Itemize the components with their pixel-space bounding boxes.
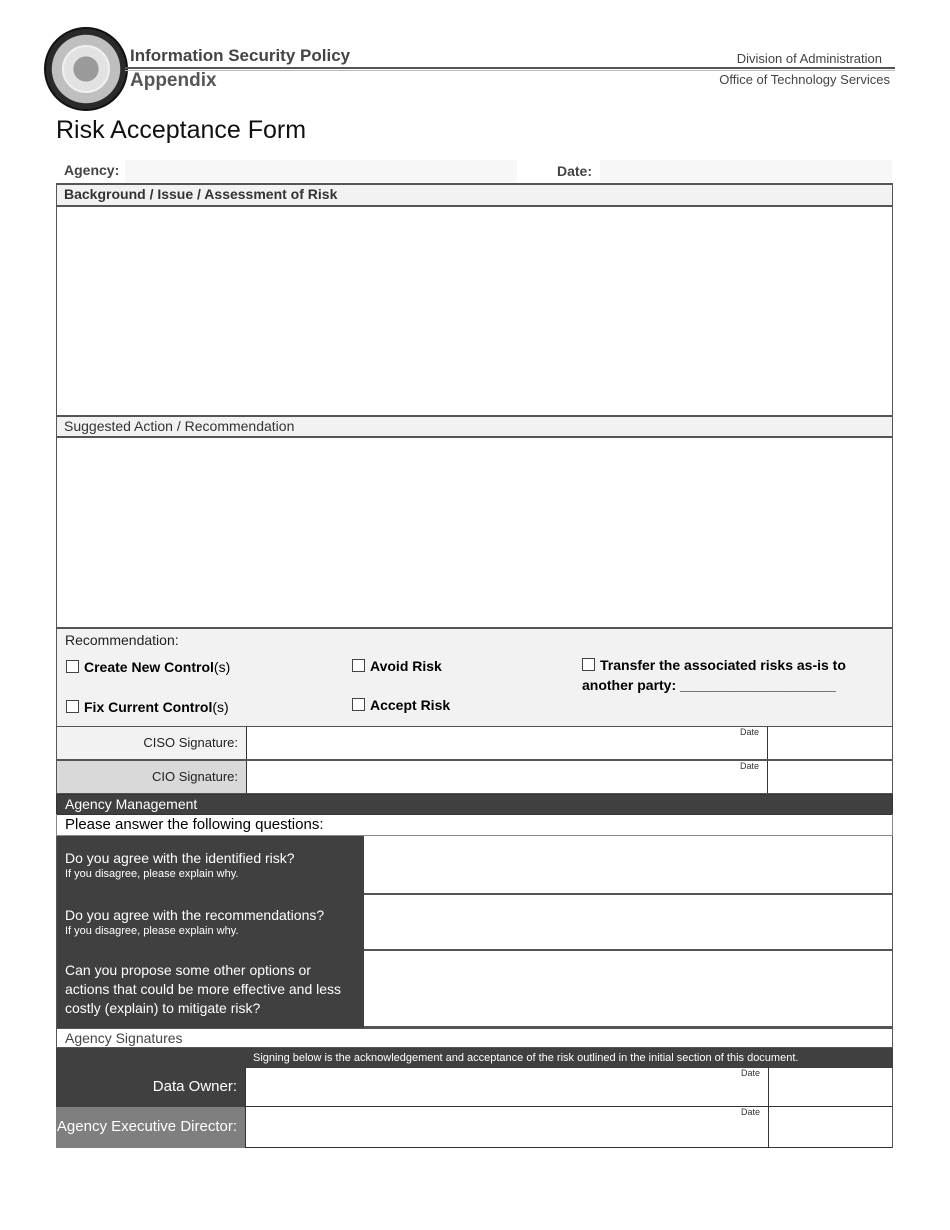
question-cell: Do you agree with the identified risk? If… — [57, 836, 364, 895]
background-section-header: Background / Issue / Assessment of Risk — [56, 183, 893, 207]
cio-signature-field[interactable]: Date — [246, 761, 767, 793]
agency-label: Agency: — [64, 162, 120, 178]
date-caption: Date — [739, 727, 759, 737]
suggested-action-section-header: Suggested Action / Recommendation — [56, 415, 893, 438]
checkbox-icon[interactable] — [66, 660, 79, 673]
checkbox-icon[interactable] — [582, 658, 595, 671]
date-field[interactable] — [600, 160, 892, 182]
option-label: Fix Current Control — [84, 699, 213, 715]
question-cell: Do you agree with the recommendations? If… — [57, 895, 364, 951]
header-rule — [125, 67, 895, 69]
answer-field[interactable] — [364, 951, 892, 1028]
agency-field[interactable] — [125, 160, 517, 182]
data-owner-signature-field[interactable]: Date — [245, 1068, 768, 1107]
option-label: Avoid Risk — [370, 658, 442, 674]
question-hint: If you disagree, please explain why. — [65, 868, 239, 880]
option-suffix: (s) — [213, 659, 231, 675]
option-label: Create New Control — [84, 659, 214, 675]
question-hint: If you disagree, please explain why. — [65, 925, 239, 937]
suggested-action-field[interactable] — [56, 438, 893, 628]
answer-field[interactable] — [364, 836, 892, 895]
division-name: Division of Administration — [736, 51, 882, 66]
option-transfer-risk[interactable]: Transfer the associated risks as-is to a… — [582, 655, 852, 695]
question-row: Do you agree with the recommendations? If… — [56, 895, 893, 951]
question-row: Can you propose some other options or ac… — [56, 951, 893, 1028]
background-field[interactable] — [56, 207, 893, 416]
option-label: Accept Risk — [370, 697, 451, 713]
header-rule-shadow — [125, 70, 895, 71]
question-row: Do you agree with the identified risk? If… — [56, 836, 893, 895]
seal-center-icon — [62, 45, 110, 93]
policy-title: Information Security Policy — [130, 46, 351, 65]
executive-director-signature-field[interactable]: Date — [245, 1107, 768, 1148]
ciso-date-field[interactable] — [767, 727, 892, 759]
option-create-new-control[interactable]: Create New Control(s) — [66, 659, 230, 675]
recommendation-panel: Recommendation: Create New Control(s) Fi… — [56, 627, 893, 727]
question-cell: Can you propose some other options or ac… — [57, 951, 364, 1028]
data-owner-label: Data Owner: — [152, 1078, 237, 1095]
option-label: Transfer the associated risks as-is to a… — [582, 657, 846, 693]
date-caption: Date — [740, 1107, 760, 1117]
office-name: Office of Technology Services — [719, 72, 890, 87]
ciso-signature-field[interactable]: Date — [246, 727, 767, 759]
checkbox-icon[interactable] — [66, 700, 79, 713]
data-owner-row: Data Owner: Date — [56, 1068, 893, 1107]
ciso-signature-row: CISO Signature: Date — [56, 726, 893, 760]
form-title: Risk Acceptance Form — [56, 116, 307, 144]
louisiana-seal-logo — [44, 27, 128, 111]
answer-field[interactable] — [364, 895, 892, 951]
question-text: Do you agree with the recommendations? — [65, 907, 325, 923]
policy-subtitle: Appendix — [130, 70, 217, 91]
checkbox-icon[interactable] — [352, 698, 365, 711]
data-owner-date-field[interactable] — [768, 1068, 893, 1107]
date-label: Date: — [557, 163, 593, 179]
option-avoid-risk[interactable]: Avoid Risk — [352, 658, 442, 674]
agency-management-header: Agency Management — [56, 794, 893, 815]
agency-signatures-header: Agency Signatures — [56, 1028, 893, 1048]
question-text: Can you propose some other options or ac… — [65, 962, 342, 1016]
acknowledgement-text: Signing below is the acknowledgement and… — [56, 1048, 893, 1068]
executive-director-date-field[interactable] — [768, 1107, 893, 1148]
question-text: Do you agree with the identified risk? — [65, 850, 295, 866]
questions-prompt: Please answer the following questions: — [56, 814, 893, 836]
cio-date-field[interactable] — [767, 761, 892, 793]
cio-signature-row: CIO Signature: Date — [56, 760, 893, 794]
option-suffix: (s) — [212, 699, 229, 715]
ciso-signature-label: CISO Signature: — [143, 735, 238, 750]
date-caption: Date — [739, 761, 759, 771]
date-caption: Date — [740, 1068, 760, 1078]
option-fix-current-control[interactable]: Fix Current Control(s) — [66, 699, 229, 715]
cio-signature-label: CIO Signature: — [152, 769, 238, 784]
option-accept-risk[interactable]: Accept Risk — [352, 697, 450, 713]
executive-director-row: Agency Executive Director: Date — [56, 1107, 893, 1148]
checkbox-icon[interactable] — [352, 659, 365, 672]
executive-director-label: Agency Executive Director: — [56, 1118, 237, 1135]
recommendation-label: Recommendation: — [65, 632, 179, 648]
